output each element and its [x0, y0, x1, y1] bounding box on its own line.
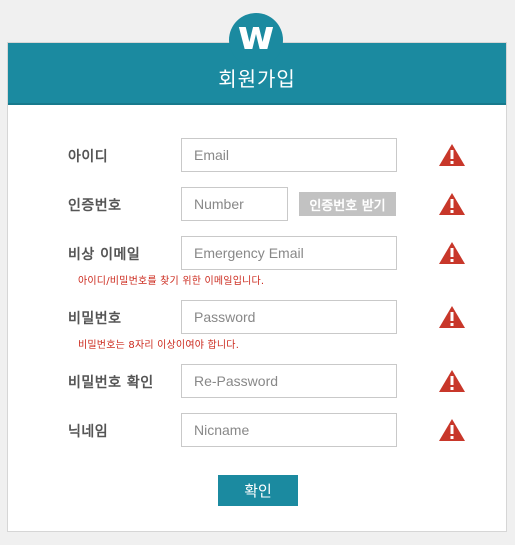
emergency-email-field[interactable]: [181, 236, 397, 270]
get-verification-button[interactable]: 인증번호 받기: [299, 192, 396, 216]
id-label: 아이디: [68, 149, 109, 165]
signup-card: 회원가입 아이디 인증번호 인증번호 받기 비상 이메일 아이디/비밀번호를 찾…: [7, 42, 507, 532]
warning-icon: [439, 306, 465, 328]
nickname-label: 닉네임: [68, 424, 109, 440]
password-confirm-label: 비밀번호 확인: [68, 375, 154, 391]
password-field[interactable]: [181, 300, 397, 334]
emergency-email-label: 비상 이메일: [68, 247, 141, 263]
password-hint: 비밀번호는 8자리 이상이여야 합니다.: [78, 340, 240, 351]
form-row-nickname: 닉네임: [8, 413, 508, 447]
verification-label: 인증번호: [68, 198, 122, 214]
verification-number-field[interactable]: [181, 187, 288, 221]
warning-icon: [439, 144, 465, 166]
warning-icon: [439, 193, 465, 215]
form-row-emergency-email: 비상 이메일: [8, 236, 508, 270]
email-field[interactable]: [181, 138, 397, 172]
password-label: 비밀번호: [68, 311, 122, 327]
form-row-password: 비밀번호: [8, 300, 508, 334]
warning-icon: [439, 370, 465, 392]
warning-icon: [439, 242, 465, 264]
emergency-email-hint: 아이디/비밀번호를 찾기 위한 이메일입니다.: [78, 276, 265, 287]
form-row-verification: 인증번호 인증번호 받기: [8, 187, 508, 221]
form-row-password-confirm: 비밀번호 확인: [8, 364, 508, 398]
warning-icon: [439, 419, 465, 441]
form-row-id: 아이디: [8, 138, 508, 172]
page-title: 회원가입: [218, 67, 296, 91]
submit-button[interactable]: 확인: [218, 475, 298, 506]
password-confirm-field[interactable]: [181, 364, 397, 398]
logo: w: [229, 13, 283, 67]
nickname-field[interactable]: [181, 413, 397, 447]
logo-letter: w: [237, 13, 275, 59]
